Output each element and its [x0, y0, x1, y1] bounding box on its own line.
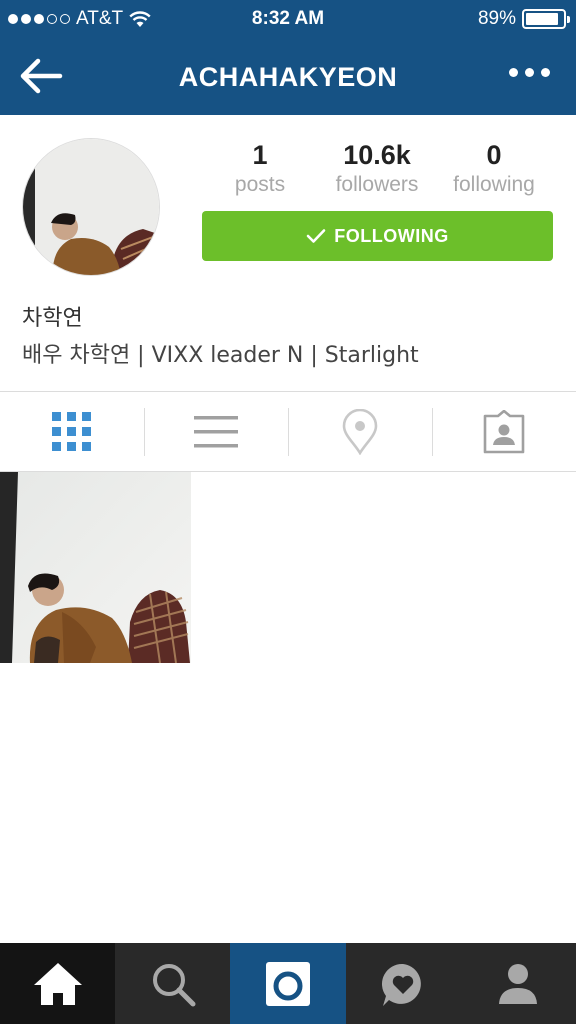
profile-photo: [23, 139, 159, 275]
bottom-tab-bar: [0, 943, 576, 1024]
camera-icon: [266, 961, 310, 1006]
nav-bar: ACHAHAKYEON: [0, 38, 576, 115]
bottom-tab-profile[interactable]: [461, 943, 576, 1024]
profile-bio: 배우 차학연 | VIXX leader N | Starlight: [22, 343, 419, 368]
battery-percent: 89%: [477, 8, 516, 29]
followers-stat[interactable]: 10.6k followers: [317, 140, 437, 197]
activity-heart-icon: [382, 963, 422, 1006]
avatar[interactable]: [22, 138, 160, 276]
posts-label: posts: [234, 173, 286, 196]
profile-name: 차학연: [22, 306, 83, 331]
followers-label: followers: [335, 173, 419, 196]
tab-tagged[interactable]: [432, 392, 576, 471]
post-thumbnail[interactable]: [0, 472, 191, 663]
more-options-button[interactable]: [509, 68, 550, 77]
followers-count: 10.6k: [343, 140, 411, 170]
tab-locations[interactable]: [288, 392, 432, 471]
following-button[interactable]: FOLLOWING: [202, 211, 553, 261]
bottom-tab-camera[interactable]: [230, 943, 346, 1024]
bottom-tab-search[interactable]: [115, 943, 230, 1024]
profile-view-tabs: [0, 391, 576, 472]
posts-stat[interactable]: 1 posts: [200, 140, 320, 197]
battery-status: 89%: [477, 8, 570, 30]
following-count: 0: [486, 140, 502, 170]
bottom-tab-activity[interactable]: [346, 943, 461, 1024]
profile-icon: [499, 963, 538, 1004]
location-pin-icon: [342, 408, 378, 455]
tab-list-view[interactable]: [144, 392, 288, 471]
list-icon: [194, 415, 238, 447]
posts-count: 1: [252, 140, 268, 170]
battery-icon: [522, 9, 570, 29]
following-button-label: FOLLOWING: [334, 225, 449, 246]
more-dots-icon: [509, 68, 518, 77]
tagged-photos-icon: [483, 409, 525, 453]
profile-username-title: ACHAHAKYEON: [178, 62, 398, 92]
post-photo: [0, 472, 191, 663]
following-stat[interactable]: 0 following: [434, 140, 554, 197]
search-icon: [152, 963, 196, 1006]
checkmark-icon: [306, 229, 326, 243]
bottom-tab-home[interactable]: [0, 943, 116, 1024]
status-bar: AT&T 8:32 AM 89%: [0, 0, 576, 38]
following-label: following: [453, 173, 535, 196]
app-header: AT&T 8:32 AM 89% ACHAHAKYEON: [0, 0, 576, 115]
tab-grid-view[interactable]: [0, 392, 144, 471]
home-icon: [33, 962, 82, 1005]
grid-icon: [52, 411, 91, 451]
